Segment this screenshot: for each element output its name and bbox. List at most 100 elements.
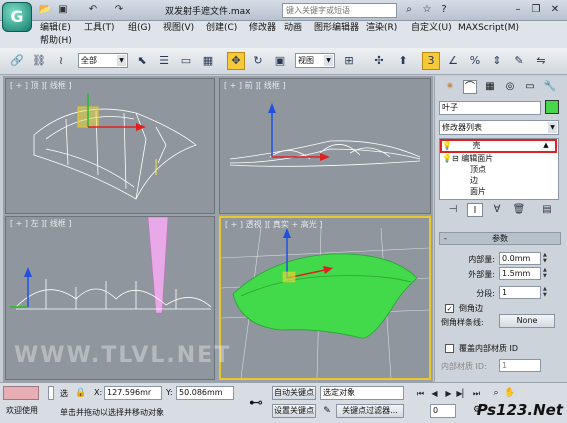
show-end-result-icon[interactable]: I [467, 203, 483, 217]
pivot-center-icon[interactable]: ⊞ [340, 52, 358, 70]
redo-icon[interactable]: ↷ [112, 3, 126, 17]
motion-tab-icon[interactable]: ◎ [503, 80, 517, 94]
key-filter-icon[interactable]: ✎ [320, 404, 334, 418]
scroll-up-icon[interactable]: ▲ [540, 141, 552, 150]
viewport-perspective[interactable]: [ + ] 透视 ][ 真实 + 高光 ] [219, 216, 431, 380]
timeline-slider[interactable] [48, 386, 54, 400]
key-filters-button[interactable]: 关键点过滤器... [336, 404, 404, 418]
open-icon[interactable]: 📂 [38, 3, 52, 17]
remove-modifier-icon[interactable]: 🗑 [511, 203, 527, 217]
make-unique-icon[interactable]: ∀ [489, 203, 505, 217]
viewport-label-left: [ + ] 左 ][ 线框 ] [10, 219, 72, 228]
spinner-arrows-icon[interactable]: ▲ ▼ [543, 267, 550, 280]
goto-start-icon[interactable]: ⏮ [414, 387, 427, 400]
select-object-icon[interactable]: ⬉ [133, 52, 151, 70]
stack-subitem-vertex[interactable]: 顶点 [470, 164, 486, 175]
link-icon[interactable]: 🔗 [8, 52, 26, 70]
display-tab-icon[interactable]: ▭ [523, 80, 537, 94]
stack-item-shell[interactable]: 💡 壳 [442, 140, 481, 151]
percent-snap-icon[interactable]: % [466, 52, 484, 70]
object-name-field[interactable]: 叶子 [439, 101, 541, 115]
segments-spinner[interactable]: 1 [499, 286, 541, 299]
override-material-checkbox[interactable] [445, 344, 454, 353]
menu-modifiers[interactable]: 修改器 [249, 23, 276, 34]
current-frame-field[interactable]: 0 [430, 404, 456, 418]
create-tab-icon[interactable]: ✷ [443, 80, 457, 94]
search-input[interactable]: 键入关键字或短语 [282, 3, 397, 18]
menu-animation[interactable]: 动画 [284, 23, 302, 34]
selection-filter-dropdown[interactable]: 全部 ▼ [78, 53, 128, 68]
rect-selection-icon[interactable]: ▭ [177, 52, 195, 70]
menu-rendering[interactable]: 渲染(R) [366, 23, 397, 34]
angle-snap-icon[interactable]: ∠ [444, 52, 462, 70]
object-color-swatch[interactable] [545, 100, 559, 114]
select-move-icon[interactable]: ✥ [227, 52, 245, 70]
menu-customize[interactable]: 自定义(U) [411, 23, 452, 34]
play-icon[interactable]: ▶ [442, 387, 455, 400]
selected-object-dropdown[interactable]: 选定对象 [320, 386, 404, 400]
rotate-icon[interactable]: ↻ [249, 52, 267, 70]
prev-frame-icon[interactable]: ◀ [428, 387, 441, 400]
save-icon[interactable]: ▣ [56, 3, 70, 17]
binoculars-icon[interactable]: ⌕ [402, 3, 416, 17]
ref-coord-dropdown[interactable]: 视图 ▼ [295, 53, 335, 68]
menu-create[interactable]: 创建(C) [206, 23, 237, 34]
select-by-name-icon[interactable]: ☰ [155, 52, 173, 70]
restore-icon[interactable]: ❐ [529, 3, 543, 17]
close-icon[interactable]: ✕ [548, 3, 562, 17]
menu-group[interactable]: 组(G) [128, 23, 151, 34]
stack-subitem-patch[interactable]: 面片 [470, 186, 486, 197]
menu-graph-editors[interactable]: 图形编辑器 [314, 23, 359, 34]
window-crossing-icon[interactable]: ▦ [199, 52, 217, 70]
modifier-list-dropdown[interactable]: 修改器列表 ▼ [439, 120, 559, 135]
inner-amount-spinner[interactable]: 0.0mm [499, 252, 541, 265]
configure-sets-icon[interactable]: ▤ [539, 203, 555, 217]
named-selection-icon[interactable]: ✎ [510, 52, 528, 70]
inner-material-spinner[interactable]: 1 [499, 359, 541, 372]
next-frame-icon[interactable]: ▶▏ [456, 387, 469, 400]
snap-toggle-icon[interactable]: 3 [422, 52, 440, 70]
menu-tools[interactable]: 工具(T) [84, 23, 115, 34]
spinner-arrows-icon[interactable]: ▲ ▼ [543, 252, 550, 265]
maxscript-listener-swatch[interactable] [3, 386, 39, 400]
goto-end-icon[interactable]: ⏭ [470, 387, 483, 400]
viewport-top[interactable]: [ + ] 顶 ][ 线框 ] [5, 78, 215, 214]
help-icon[interactable]: ? [437, 3, 451, 17]
pin-stack-icon[interactable]: ⊣ [445, 203, 461, 217]
minimize-icon[interactable]: – [511, 3, 525, 17]
outer-amount-spinner[interactable]: 1.5mm [499, 267, 541, 280]
x-coordinate-field[interactable]: 127.596mr [104, 386, 162, 400]
key-icon[interactable]: ⊷ [246, 391, 266, 415]
pan-icon[interactable]: ✋ [504, 387, 516, 399]
menu-views[interactable]: 视图(V) [163, 23, 194, 34]
zoom-icon[interactable]: ⌕ [490, 387, 502, 399]
modify-tab-icon[interactable]: ⌒ [463, 80, 477, 94]
parameters-rollout-header[interactable]: - 参数 [439, 232, 561, 245]
menu-maxscript[interactable]: MAXScript(M) [458, 23, 519, 34]
utilities-tab-icon[interactable]: 🔧 [543, 80, 557, 94]
hierarchy-tab-icon[interactable]: ▦ [483, 80, 497, 94]
stack-item-edit-patch[interactable]: 💡⊟ 编辑面片 [442, 153, 493, 164]
menu-help[interactable]: 帮助(H) [40, 36, 72, 47]
bevel-spline-button[interactable]: None [499, 314, 555, 328]
bevel-edges-checkbox[interactable]: ✓ [445, 304, 454, 313]
menu-edit[interactable]: 编辑(E) [40, 23, 71, 34]
unlink-icon[interactable]: ⛓ [30, 52, 48, 70]
ref-coord-value: 视图 [298, 56, 314, 65]
undo-icon[interactable]: ↶ [86, 3, 100, 17]
mirror-icon[interactable]: ⇋ [532, 52, 550, 70]
spinner-arrows-icon[interactable]: ▲ ▼ [543, 286, 550, 299]
app-logo-icon[interactable]: G [2, 2, 32, 32]
set-key-button[interactable]: 设置关键点 [272, 404, 316, 418]
y-coordinate-field[interactable]: 50.086mm [176, 386, 234, 400]
lock-selection-icon[interactable]: 🔒 [74, 386, 88, 400]
spinner-snap-icon[interactable]: ⇕ [488, 52, 506, 70]
scale-icon[interactable]: ▣ [271, 52, 289, 70]
viewport-front[interactable]: [ + ] 前 ][ 线框 ] [219, 78, 431, 214]
manipulate-icon[interactable]: ✣ [370, 52, 388, 70]
star-icon[interactable]: ☆ [420, 3, 434, 17]
stack-subitem-edge[interactable]: 边 [470, 175, 478, 186]
auto-key-button[interactable]: 自动关键点 [272, 386, 316, 400]
bind-spacewarp-icon[interactable]: ≀ [52, 52, 70, 70]
keyboard-shortcut-icon[interactable]: ⬆ [394, 52, 412, 70]
